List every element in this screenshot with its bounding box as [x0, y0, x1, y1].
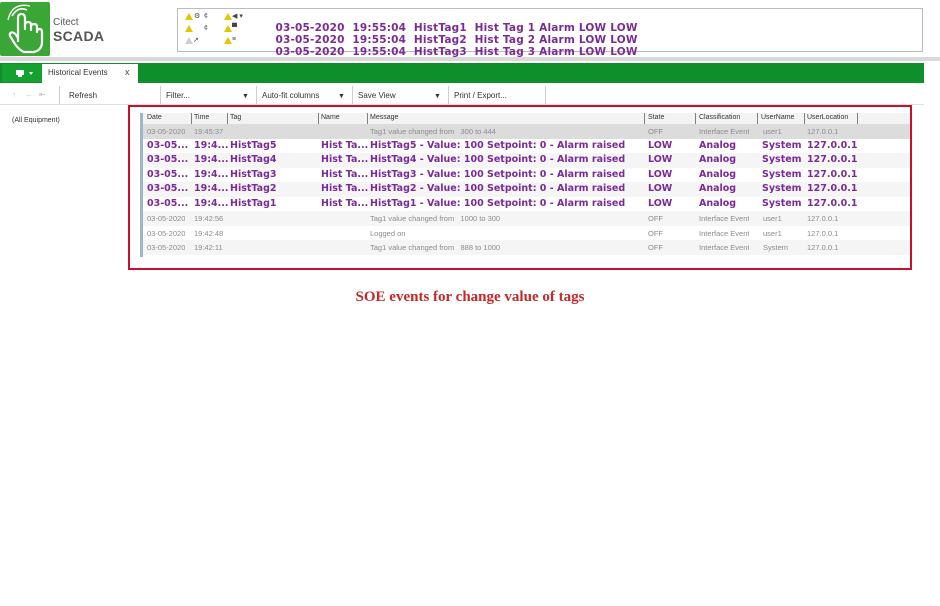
toolbar-separator — [59, 86, 60, 104]
nav-back-icon[interactable]: ← — [25, 90, 33, 99]
save-view-dropdown[interactable]: Save View — [358, 91, 396, 100]
hand-touch-icon — [7, 4, 44, 54]
alarm-cleared-icon[interactable] — [185, 37, 193, 44]
alarm-count-icon-2: ¢ — [204, 25, 208, 32]
saveview-chevron-down-icon[interactable]: ▼ — [434, 93, 441, 100]
menu-tab[interactable] — [2, 64, 42, 82]
tab-close-icon[interactable]: x — [125, 67, 130, 77]
toolbar-separator — [352, 86, 353, 104]
alarm-list-icon[interactable] — [224, 37, 232, 44]
brand-line1: Citect — [53, 17, 79, 28]
toolbar-separator — [448, 86, 449, 104]
filter-chevron-down-icon[interactable]: ▼ — [242, 93, 249, 100]
nav-up-icon[interactable]: ↑ — [12, 90, 16, 99]
alarm-settings-icon[interactable]: ⚙ — [194, 12, 200, 20]
autofit-chevron-down-icon[interactable]: ▼ — [338, 93, 345, 100]
toolbar-separator — [256, 86, 257, 104]
equipment-tree — [0, 113, 141, 256]
brand-line2: SCADA — [53, 28, 105, 44]
toolbar-separator — [160, 86, 161, 104]
header-divider — [0, 57, 940, 61]
alarm-silence-icon[interactable] — [224, 13, 232, 20]
filter-dropdown[interactable]: Filter... — [166, 91, 190, 100]
tree-item-all-equipment[interactable]: (All Equipment) — [12, 117, 60, 124]
autofit-columns-dropdown[interactable]: Auto-fit columns — [262, 91, 319, 100]
display-menu-icon[interactable] — [2, 64, 42, 82]
highlight-frame — [128, 105, 912, 270]
refresh-button[interactable]: Refresh — [69, 91, 97, 100]
speaker-dropdown-icon[interactable]: ◀ ▾ — [232, 12, 243, 20]
disabled-icon: ↗ — [193, 37, 199, 44]
comment-icon[interactable]: ▀ — [232, 24, 237, 31]
citect-logo — [0, 2, 50, 56]
alarm-active-icon[interactable] — [185, 25, 193, 32]
figure-caption: SOE events for change value of tags — [355, 289, 585, 305]
print-export-button[interactable]: Print / Export... — [454, 91, 507, 100]
alarm-banner: ⚙ ¢ ◀ ▾ ¢ ▀ ↗ ≡ 03-05-2020 19:55:04 Hist… — [177, 8, 923, 58]
tab-bar — [0, 63, 924, 83]
list-icon[interactable]: ≡ — [232, 36, 236, 43]
tab-historical-events-label: Historical Events — [48, 68, 108, 77]
nav-first-icon[interactable]: ⇤ — [39, 90, 46, 99]
alarm-warning-icon[interactable] — [185, 13, 193, 20]
toolbar-separator — [545, 86, 546, 104]
alarm-ack-icon[interactable] — [224, 25, 232, 32]
alarm-count-icon: ¢ — [204, 13, 208, 20]
